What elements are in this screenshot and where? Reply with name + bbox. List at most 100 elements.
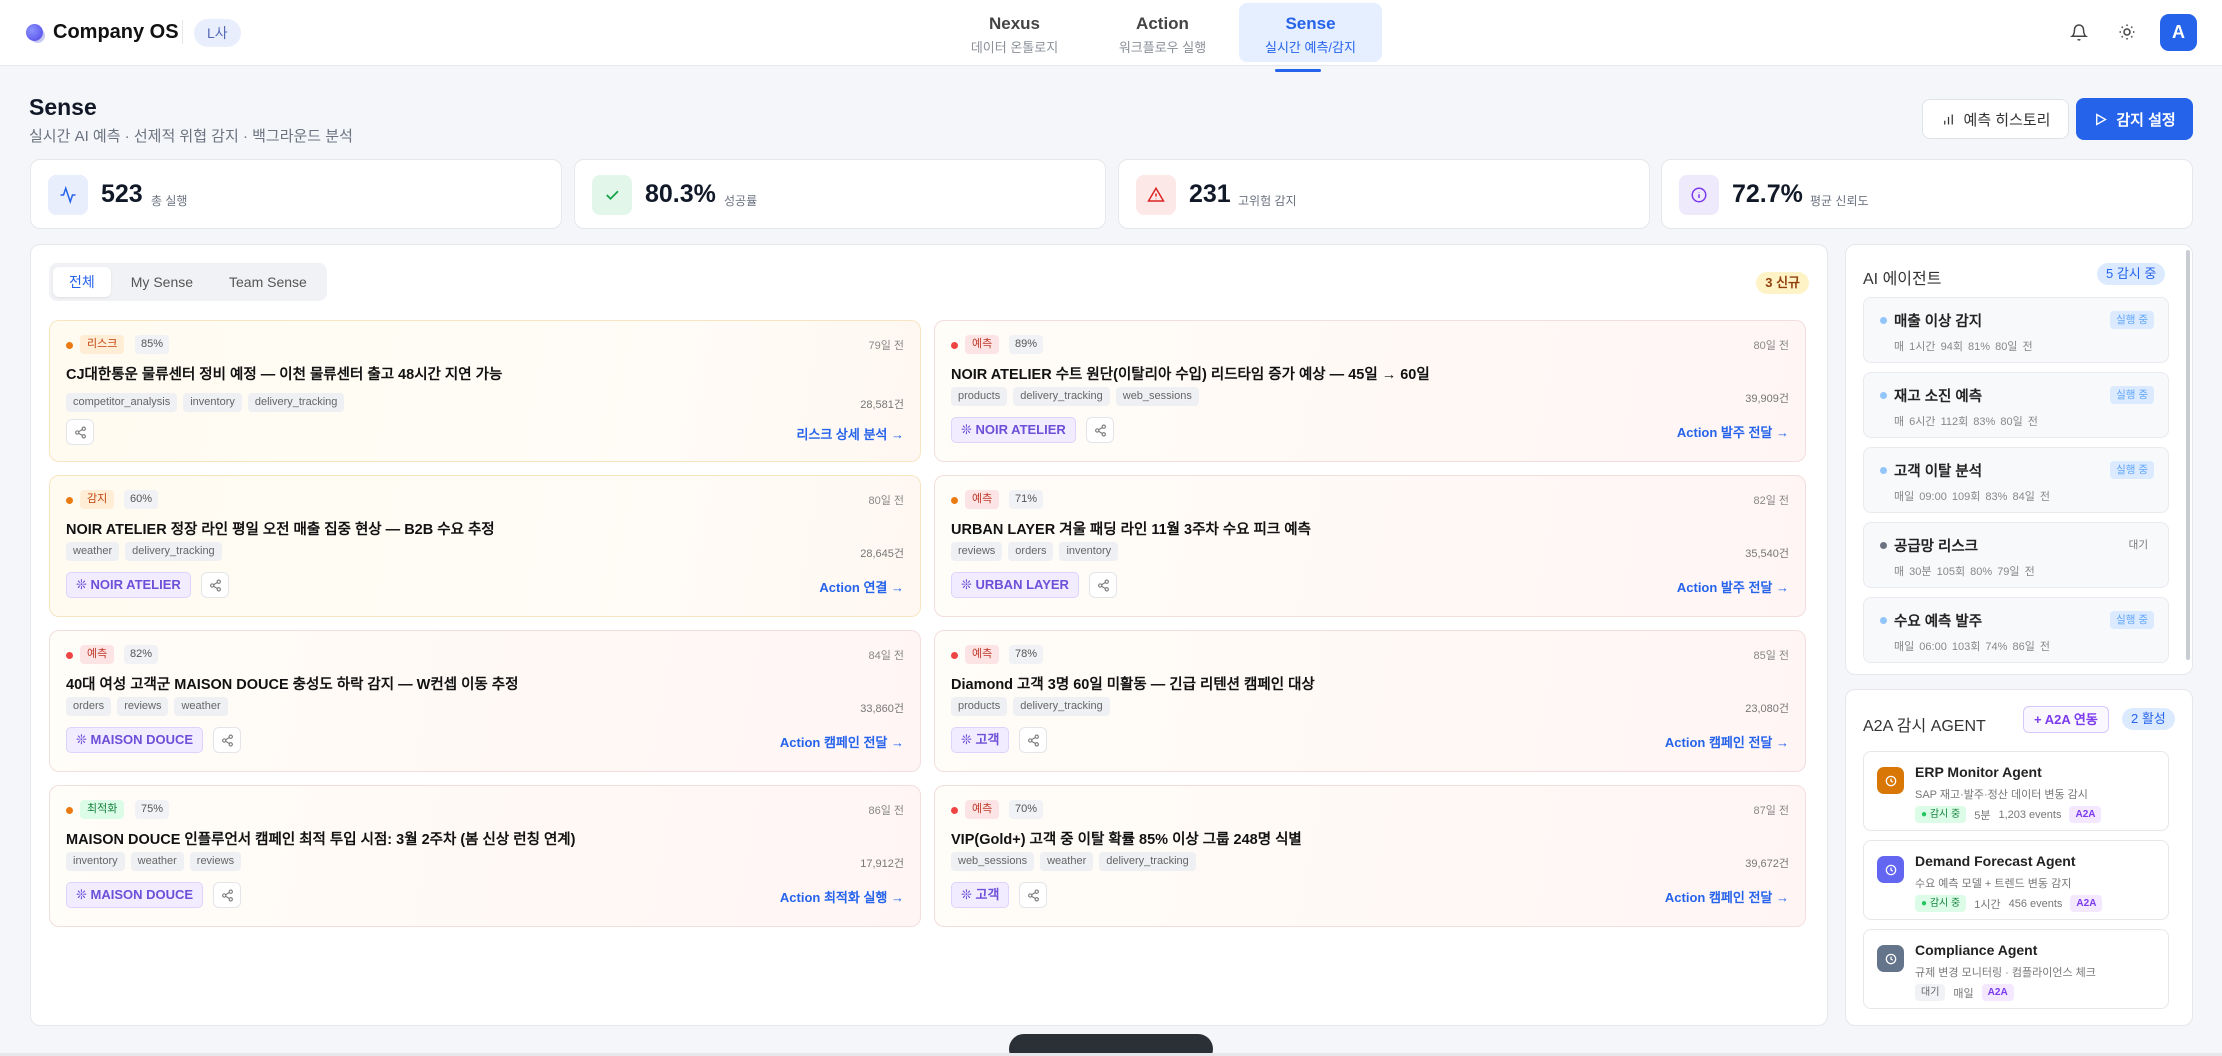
share-icon[interactable] [201,572,229,598]
source-chips: reviews orders inventory [951,542,1119,561]
action-link[interactable]: Action 최적화 실행 → [780,887,904,906]
insight-card[interactable]: 예측 71% 82일 전 URBAN LAYER 겨울 패딩 라인 11월 3주차 수… [934,475,1806,617]
entity-icon: ❊ [76,577,91,592]
tab-nexus[interactable]: Nexus 데이터 온톨로지 [943,3,1086,62]
a2a-agent-card[interactable]: Compliance Agent 규제 변경 모니터링 · 컴플라이언스 체크 대기… [1863,929,2169,1009]
agent-item[interactable]: 재고 소진 예측 매 6시간 112회 83% 80일 전 실행 중 [1863,372,2169,438]
record-count: 28,581건 [860,399,904,411]
play-icon [2096,112,2108,126]
source-chips: weather delivery_tracking [66,542,222,561]
category-tag: 예측 [965,645,1000,664]
a2a-agent-card[interactable]: ERP Monitor Agent SAP 재고·발주·정산 데이터 변동 감시 ●… [1863,751,2169,831]
agent-item[interactable]: 고객 이탈 분석 매일 09:00 109회 83% 84일 전 실행 중 [1863,447,2169,513]
confidence-badge: 60% [124,490,159,509]
entity-badge[interactable]: ❊ MAISON DOUCE [66,727,204,753]
entity-badge[interactable]: ❊ URBAN LAYER [951,572,1079,598]
source-chip: reviews [189,852,242,871]
agent-status: 실행 중 [2110,311,2154,329]
action-link[interactable]: Action 캠페인 전달 → [1665,732,1789,751]
avatar[interactable]: A [2160,14,2197,51]
sun-icon[interactable] [2114,19,2140,45]
entity-icon: ❊ [961,887,976,902]
record-count: 33,860건 [860,703,904,715]
source-chips: web_sessions weather delivery_tracking [951,852,1196,871]
action-link[interactable]: Action 발주 전달 → [1677,422,1789,441]
action-link[interactable]: Action 캠페인 전달 → [1665,887,1789,906]
tab-action[interactable]: Action 워크플로우 실행 [1091,3,1234,62]
status-dot [1880,317,1887,324]
action-link[interactable]: Action 발주 전달 → [1677,577,1789,596]
agent-item[interactable]: 수요 예측 발주 매일 06:00 103회 74% 86일 전 실행 중 [1863,597,2169,663]
card-title: NOIR ATELIER 수트 원단(이탈리아 수입) 리드타임 증가 예상 —… [951,367,1430,383]
insight-card[interactable]: 예측 70% 87일 전 VIP(Gold+) 고객 중 이탈 확률 85% 이상 그… [934,785,1806,927]
entity-badge[interactable]: ❊ NOIR ATELIER [951,417,1076,443]
share-icon[interactable] [213,882,241,908]
source-chip: products [951,697,1008,716]
history-button[interactable]: 예측 히스토리 [1922,99,2069,139]
clock-icon [1877,945,1904,972]
agent-meta: 매 1시간 94회 81% 80일 전 [1894,341,2033,353]
entity-badge[interactable]: ❊ 고객 [951,727,1010,753]
agent-name: Demand Forecast Agent [1915,853,2076,869]
insight-card[interactable]: 예측 78% 85일 전 Diamond 고객 3명 60일 미활동 — 긴급 리텐션… [934,630,1806,772]
insight-card[interactable]: 예측 89% 80일 전 NOIR ATELIER 수트 원단(이탈리아 수입) 리드… [934,320,1806,462]
monitoring-count-badge: 5 감시 중 [2097,263,2166,285]
a2a-agent-card[interactable]: Demand Forecast Agent 수요 예측 모델 + 트렌드 변동 감… [1863,840,2169,920]
settings-button-label: 감지 설정 [2116,111,2176,129]
card-title: MAISON DOUCE 인플루언서 캠페인 최적 투입 시점: 3월 2주차 … [66,832,576,848]
alert-triangle-icon [1136,175,1176,215]
share-icon[interactable] [66,419,94,445]
source-chips: products delivery_tracking web_sessions [951,387,1199,406]
interval: 1시간 [1974,898,2001,911]
stat-label: 성공률 [724,194,758,208]
entity-badge[interactable]: ❊ 고객 [951,882,1010,908]
status-dot [951,652,958,659]
stat-value: 523 [101,180,143,208]
stat-label: 평균 신뢰도 [1810,194,1869,208]
scrollbar[interactable] [2186,250,2190,660]
module-tabs: Nexus 데이터 온톨로지 Action 워크플로우 실행 Sense 실시간 예측… [943,3,1382,62]
logo[interactable]: Company OS [26,21,179,44]
check-icon [592,175,632,215]
insight-card[interactable]: 감지 60% 80일 전 NOIR ATELIER 정장 라인 평일 오전 매출 집중… [49,475,921,617]
agent-description: 규제 변경 모니터링 · 컴플라이언스 체크 [1915,967,2096,979]
entity-badge[interactable]: ❊ NOIR ATELIER [66,572,191,598]
agent-item[interactable]: 공급망 리스크 매 30분 105회 80% 79일 전 대기 [1863,522,2169,588]
org-badge[interactable]: L사 [194,19,241,47]
entity-icon: ❊ [961,732,976,747]
entity-icon: ❊ [76,887,91,902]
entity-label: NOIR ATELIER [90,577,181,592]
insight-card[interactable]: 예측 82% 84일 전 40대 여성 고객군 MAISON DOUCE 충성도 하락… [49,630,921,772]
timestamp: 87일 전 [1753,805,1789,817]
insight-card[interactable]: 리스크 85% 79일 전 CJ대한통운 물류센터 정비 예정 — 이천 물류센터 출… [49,320,921,462]
app-name: Company OS [53,21,179,43]
share-icon[interactable] [1019,727,1047,753]
a2a-tag: A2A [1981,984,2014,1001]
agent-name: 재고 소진 예측 [1894,389,1983,405]
stat-card-success-rate: 80.3% 성공률 [574,159,1106,229]
action-link[interactable]: Action 연결 → [819,577,904,596]
info-icon [1679,175,1719,215]
a2a-connect-button[interactable]: + A2A 연동 [2023,706,2109,733]
share-icon[interactable] [213,727,241,753]
filter-tab-my-sense[interactable]: My Sense [115,267,209,297]
share-icon[interactable] [1019,882,1047,908]
bell-icon[interactable] [2066,19,2092,45]
entity-badge[interactable]: ❊ MAISON DOUCE [66,882,204,908]
card-title: 40대 여성 고객군 MAISON DOUCE 충성도 하락 감지 — W컨셉 … [66,677,519,693]
filter-tab-team-sense[interactable]: Team Sense [213,267,323,297]
status-pill: ● 감시 중 [1915,806,1967,823]
history-button-label: 예측 히스토리 [1963,111,2051,129]
action-link[interactable]: 리스크 상세 분석 → [796,424,904,443]
detection-settings-button[interactable]: 감지 설정 [2076,98,2193,140]
timestamp: 86일 전 [868,805,904,817]
agent-item[interactable]: 매출 이상 감지 매 1시간 94회 81% 80일 전 실행 중 [1863,297,2169,363]
agent-name: Compliance Agent [1915,942,2038,958]
share-icon[interactable] [1086,417,1114,443]
tab-sense[interactable]: Sense 실시간 예측/감지 [1239,3,1382,62]
insight-card[interactable]: 최적화 75% 86일 전 MAISON DOUCE 인플루언서 캠페인 최적 투입 … [49,785,921,927]
action-link[interactable]: Action 캠페인 전달 → [780,732,904,751]
share-icon[interactable] [1089,572,1117,598]
filter-tab-all[interactable]: 전체 [53,267,111,297]
a2a-title: A2A 감시 AGENT [1863,718,1986,735]
